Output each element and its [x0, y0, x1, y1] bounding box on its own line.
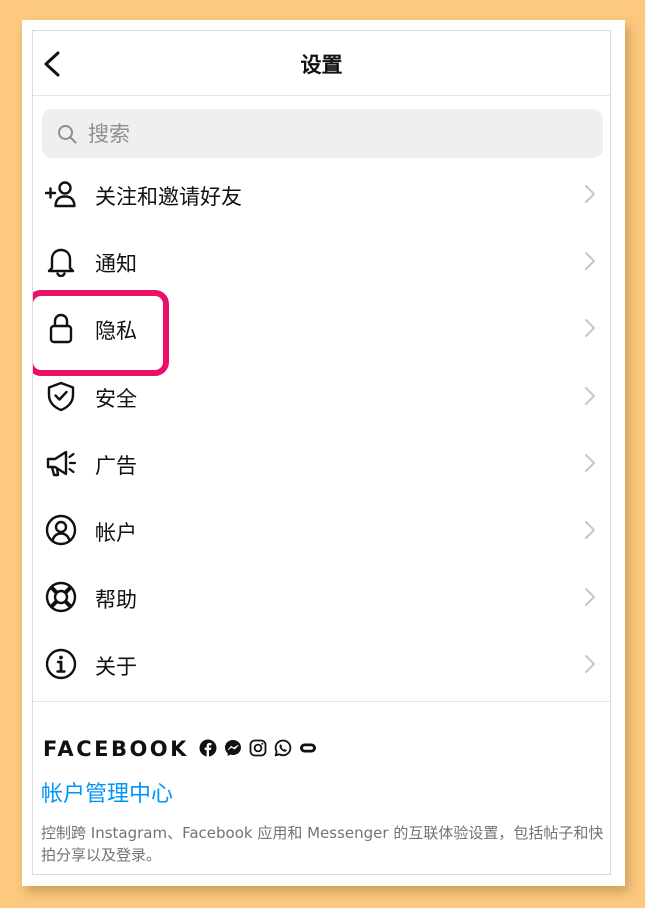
bell-icon	[47, 248, 75, 278]
chevron-right-icon	[585, 185, 595, 203]
chevron-right-icon	[585, 520, 595, 539]
info-icon	[45, 649, 77, 680]
header: 设置	[33, 31, 610, 96]
menu-item-label: 隐私	[95, 319, 137, 344]
settings-screen: 设置 关注和邀请好友	[32, 30, 611, 875]
settings-menu: 关注和邀请好友 通知 隐私 安全 广告 帐户 帮助 关于	[33, 162, 610, 700]
menu-item-follow-invite[interactable]: 关注和邀请好友	[33, 162, 610, 229]
chevron-right-icon	[585, 252, 595, 271]
menu-item-label: 关注和邀请好友	[95, 185, 242, 209]
accounts-center-link[interactable]: 帐户管理中心	[41, 776, 173, 808]
search-input[interactable]	[86, 115, 590, 153]
chevron-right-icon	[585, 655, 595, 674]
add-person-icon	[45, 181, 76, 208]
accounts-center-description: 控制跨 Instagram、Facebook 应用和 Messenger 的互联…	[41, 824, 604, 864]
menu-item-label: 广告	[95, 453, 137, 478]
menu-item-account[interactable]: 帐户	[33, 498, 610, 565]
menu-item-label: 帐户	[95, 520, 137, 545]
facebook-brand-row: FACEBOOK	[43, 737, 343, 763]
chevron-right-icon	[585, 386, 595, 405]
brand-icons	[199, 739, 319, 759]
megaphone-icon	[46, 450, 77, 476]
menu-item-ads[interactable]: 广告	[33, 431, 610, 498]
settings-card: 设置 关注和邀请好友	[22, 20, 625, 886]
portal-icon	[300, 743, 317, 753]
account-circle-icon	[45, 514, 77, 546]
menu-item-label: 帮助	[95, 588, 137, 613]
instagram-icon	[249, 739, 267, 757]
search-bar[interactable]	[42, 109, 603, 158]
menu-item-security[interactable]: 安全	[33, 364, 610, 431]
menu-item-label: 安全	[95, 386, 137, 411]
menu-item-notifications[interactable]: 通知	[33, 229, 610, 296]
lifebuoy-icon	[45, 581, 77, 613]
menu-item-label: 关于	[95, 655, 137, 680]
shield-check-icon	[47, 381, 75, 411]
chevron-right-icon	[585, 319, 595, 338]
section-divider	[33, 701, 610, 702]
chevron-right-icon	[585, 453, 595, 472]
menu-item-help[interactable]: 帮助	[33, 565, 610, 632]
facebook-wordmark: FACEBOOK	[43, 737, 189, 761]
menu-item-label: 通知	[95, 252, 137, 277]
whatsapp-icon	[274, 739, 292, 757]
messenger-icon	[225, 740, 242, 756]
menu-item-about[interactable]: 关于	[33, 632, 610, 699]
search-icon	[58, 125, 77, 144]
menu-item-privacy[interactable]: 隐私	[33, 296, 610, 363]
page-title: 设置	[300, 53, 343, 77]
chevron-right-icon	[585, 588, 595, 607]
lock-icon	[49, 314, 73, 344]
facebook-icon	[199, 739, 217, 757]
